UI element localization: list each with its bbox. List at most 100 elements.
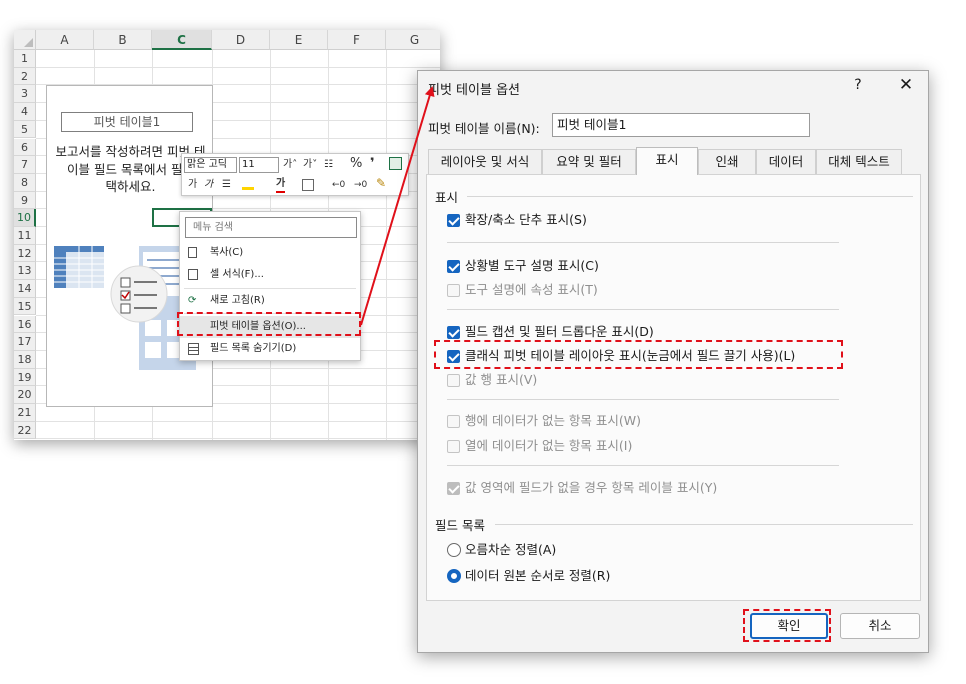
context-menu: 메뉴 검색 복사(C) 셀 서식(F)... ⟳ 새로 고침(R) 피벗 테이블… xyxy=(179,211,361,361)
fill-color-icon[interactable] xyxy=(242,176,254,190)
increase-decimal-icon[interactable]: ←0 xyxy=(332,178,345,192)
pivot-table-name-box: 피벗 테이블1 xyxy=(61,112,193,132)
menu-search-input[interactable]: 메뉴 검색 xyxy=(185,217,357,238)
increase-font-button[interactable]: 가˄ xyxy=(283,158,297,172)
option-label-field-captions: 필드 캡션 및 필터 드롭다운 표시(D) xyxy=(465,324,654,339)
checkbox-field-captions[interactable] xyxy=(447,326,460,339)
ok-button[interactable]: 확인 xyxy=(750,613,828,639)
tab-display[interactable]: 표시 xyxy=(636,147,698,175)
option-label-item-labels: 값 영역에 필드가 없을 경우 항목 레이블 표시(Y) xyxy=(465,480,718,495)
font-color-button[interactable]: 가 xyxy=(276,177,286,193)
pivot-name-input[interactable]: 피벗 테이블1 xyxy=(552,113,810,137)
column-header-c[interactable]: C xyxy=(152,30,212,50)
row-header-18[interactable]: 18 xyxy=(14,350,36,369)
font-name-dropdown[interactable]: 맑은 고딕 xyxy=(184,157,237,173)
row-header-20[interactable]: 20 xyxy=(14,386,36,404)
font-size-dropdown[interactable]: 11 xyxy=(239,157,279,173)
close-icon[interactable]: ✕ xyxy=(896,75,916,95)
column-header-a[interactable]: A xyxy=(36,30,94,50)
spreadsheet-window: A B C D E F G 1 2 3 4 5 6 7 8 9 10 11 12 13 14 15 16 17 1… xyxy=(14,30,440,440)
option-label-expand-collapse: 확장/축소 단추 표시(S) xyxy=(465,212,587,227)
option-label-sort-source-order: 데이터 원본 순서로 정렬(R) xyxy=(465,568,611,583)
row-header-3[interactable]: 3 xyxy=(14,85,36,104)
decrease-font-button[interactable]: 가˅ xyxy=(303,158,317,172)
group-label-field-list: 필드 목록 xyxy=(435,518,485,533)
row-header-19[interactable]: 19 xyxy=(14,368,36,387)
row-header-4[interactable]: 4 xyxy=(14,103,36,121)
column-header-d[interactable]: D xyxy=(212,30,270,50)
row-header-13[interactable]: 13 xyxy=(14,262,36,281)
radio-sort-source-order[interactable] xyxy=(447,569,461,583)
pivot-table-illustration-icon xyxy=(54,246,104,288)
option-label-contextual-tooltips: 상황별 도구 설명 표시(C) xyxy=(465,258,599,273)
bold-button[interactable]: 가 xyxy=(188,178,197,192)
option-label-no-data-rows: 행에 데이터가 없는 항목 표시(W) xyxy=(465,413,642,428)
align-button[interactable]: ☰ xyxy=(222,178,231,192)
option-label-properties-in-tooltips: 도구 설명에 속성 표시(T) xyxy=(465,282,598,297)
pivot-table-options-dialog: 피벗 테이블 옵션 ? ✕ 피벗 테이블 이름(N): 피벗 테이블1 레이아웃… xyxy=(417,70,929,653)
tab-layout-format[interactable]: 레이아웃 및 서식 xyxy=(428,149,542,174)
column-header-b[interactable]: B xyxy=(94,30,152,50)
refresh-icon: ⟳ xyxy=(188,295,197,306)
tab-totals-filters[interactable]: 요약 및 필터 xyxy=(542,149,636,174)
format-table-icon[interactable] xyxy=(389,157,402,170)
tab-printing[interactable]: 인쇄 xyxy=(698,149,756,174)
row-header-2[interactable]: 2 xyxy=(14,67,36,86)
select-all-corner[interactable] xyxy=(14,30,36,50)
tab-data[interactable]: 데이터 xyxy=(756,149,816,174)
percent-style-button[interactable]: % xyxy=(350,157,362,171)
row-header-10[interactable]: 10 xyxy=(14,209,36,227)
row-header-11[interactable]: 11 xyxy=(14,227,36,245)
option-label-no-data-columns: 열에 데이터가 없는 항목 표시(I) xyxy=(465,438,633,453)
option-label-sort-ascending: 오름차순 정렬(A) xyxy=(465,542,557,557)
decrease-decimal-icon[interactable]: →0 xyxy=(354,178,367,192)
column-header-f[interactable]: F xyxy=(328,30,386,50)
menu-item-refresh[interactable]: ⟳ 새로 고침(R) xyxy=(180,290,360,312)
radio-sort-ascending[interactable] xyxy=(447,543,461,557)
row-header-1[interactable]: 1 xyxy=(14,50,36,68)
menu-item-format-cells[interactable]: 셀 서식(F)... xyxy=(180,264,360,286)
checkbox-classic-layout[interactable] xyxy=(447,350,460,363)
column-header-g[interactable]: G xyxy=(386,30,440,50)
checkbox-properties-in-tooltips[interactable] xyxy=(447,284,460,297)
row-header-15[interactable]: 15 xyxy=(14,297,36,316)
row-header-12[interactable]: 12 xyxy=(14,244,36,263)
comma-style-button[interactable]: ❜ xyxy=(370,157,375,171)
checkbox-values-row[interactable] xyxy=(447,374,460,387)
row-header-5[interactable]: 5 xyxy=(14,120,36,139)
row-header-8[interactable]: 8 xyxy=(14,173,36,192)
field-list-icon xyxy=(188,343,199,355)
copy-icon xyxy=(188,247,197,258)
checkbox-contextual-tooltips[interactable] xyxy=(447,260,460,273)
row-header-14[interactable]: 14 xyxy=(14,280,36,298)
checkbox-item-labels[interactable] xyxy=(447,482,460,495)
mini-format-toolbar: 맑은 고딕 11 가˄ 가˅ ☷ % ❜ 가 가 ☰ 가 ←0 →0 ✎ xyxy=(181,153,409,196)
checkbox-expand-collapse[interactable] xyxy=(447,214,460,227)
option-label-values-row: 값 행 표시(V) xyxy=(465,372,538,387)
menu-item-pivot-options[interactable]: 피벗 테이블 옵션(O)... xyxy=(180,316,360,338)
column-header-e[interactable]: E xyxy=(270,30,328,50)
row-header-7[interactable]: 7 xyxy=(14,156,36,174)
row-header-22[interactable]: 22 xyxy=(14,421,36,440)
tab-alt-text[interactable]: 대체 텍스트 xyxy=(816,149,902,174)
display-tab-panel: 표시 확장/축소 단추 표시(S) 상황별 도구 설명 표시(C) 도구 설명에… xyxy=(426,174,921,601)
row-header-6[interactable]: 6 xyxy=(14,138,36,157)
menu-item-hide-field-list[interactable]: 필드 목록 숨기기(D) xyxy=(180,338,360,360)
accounting-format-button[interactable]: ☷ xyxy=(324,158,333,172)
row-header-21[interactable]: 21 xyxy=(14,404,36,422)
format-painter-icon[interactable]: ✎ xyxy=(376,176,386,190)
checkbox-no-data-rows[interactable] xyxy=(447,415,460,428)
checkbox-no-data-columns[interactable] xyxy=(447,440,460,453)
cancel-button[interactable]: 취소 xyxy=(840,613,920,639)
row-header-9[interactable]: 9 xyxy=(14,191,36,210)
row-header-17[interactable]: 17 xyxy=(14,333,36,351)
borders-icon[interactable] xyxy=(302,179,314,191)
menu-item-copy[interactable]: 복사(C) xyxy=(180,242,360,264)
help-button[interactable]: ? xyxy=(850,77,866,93)
italic-button[interactable]: 가 xyxy=(204,178,213,192)
format-cells-icon xyxy=(188,269,198,280)
group-label-display: 표시 xyxy=(435,190,459,205)
row-header-16[interactable]: 16 xyxy=(14,315,36,334)
pivot-name-label: 피벗 테이블 이름(N): xyxy=(428,121,540,136)
dialog-title: 피벗 테이블 옵션 xyxy=(428,83,520,98)
